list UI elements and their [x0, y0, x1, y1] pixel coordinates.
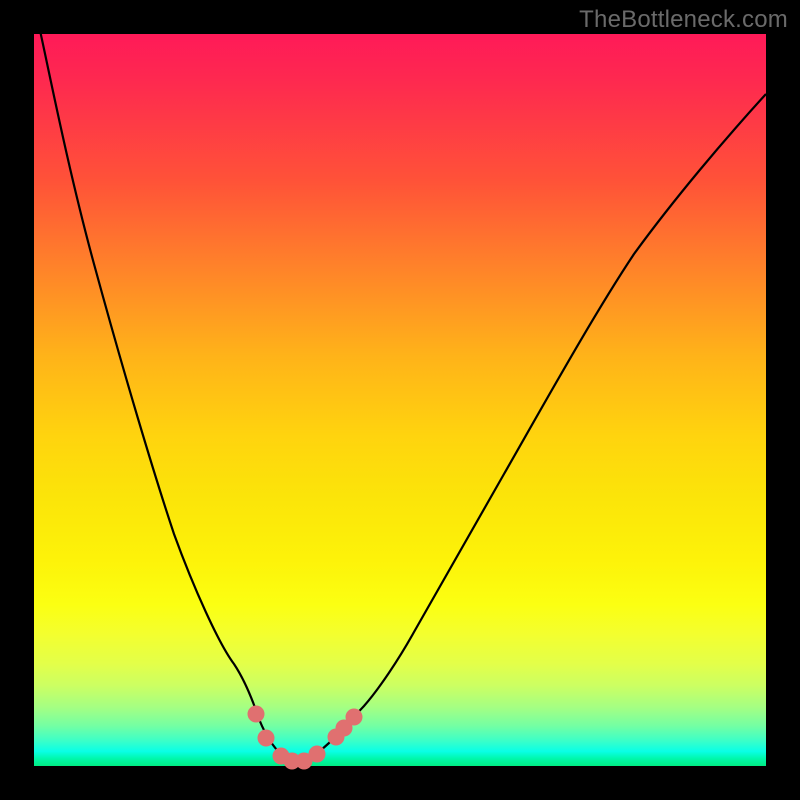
- marker: [248, 706, 265, 723]
- marker: [258, 730, 275, 747]
- marker: [346, 709, 363, 726]
- plot-area: [34, 34, 766, 766]
- marker-group: [248, 706, 363, 770]
- bottleneck-curve: [34, 4, 766, 762]
- marker: [309, 746, 326, 763]
- curve-layer: [34, 34, 766, 766]
- watermark-text: TheBottleneck.com: [579, 6, 788, 34]
- chart-frame: TheBottleneck.com: [0, 0, 800, 800]
